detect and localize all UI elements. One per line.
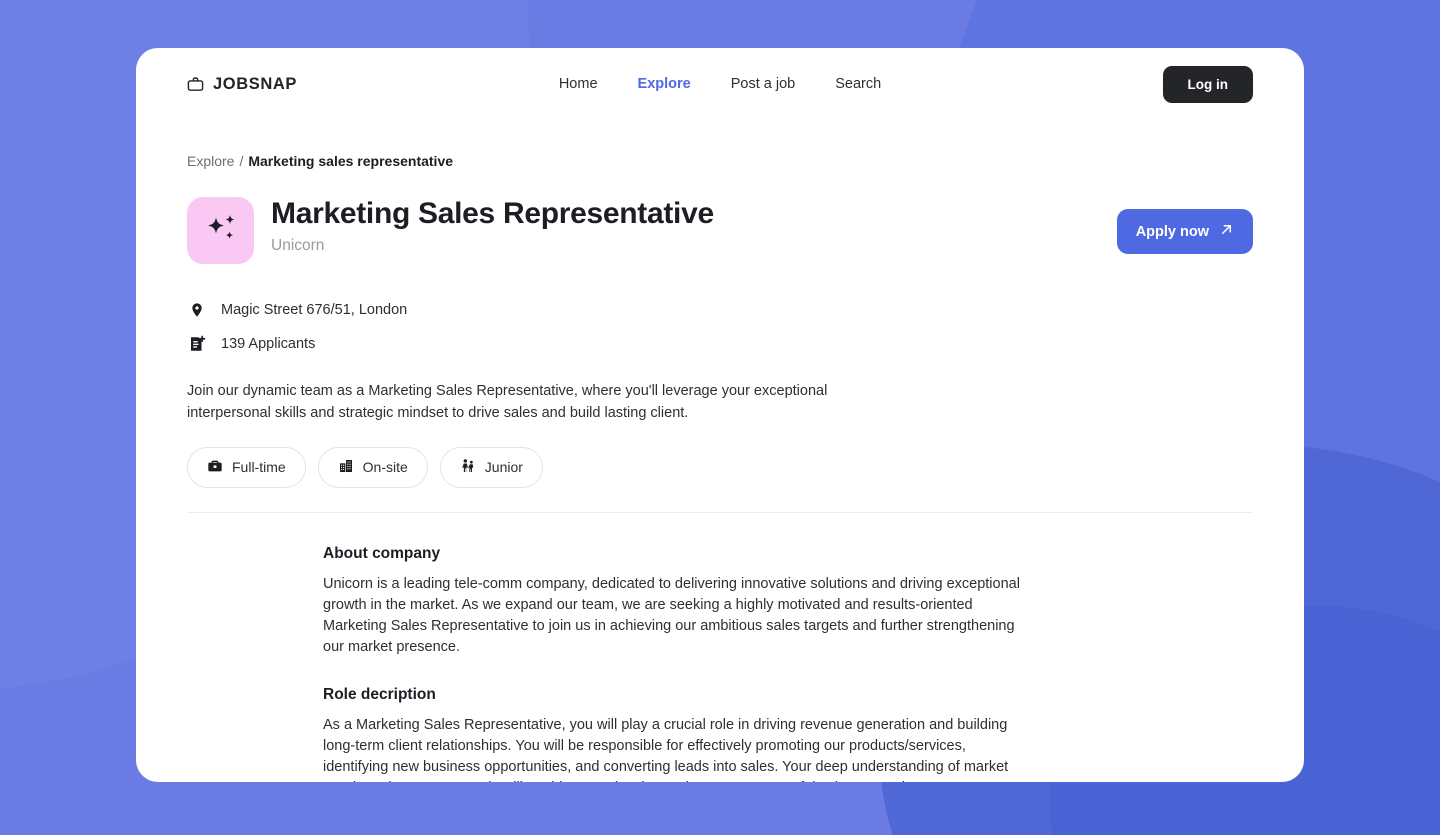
nav-item-post-a-job[interactable]: Post a job <box>731 76 796 92</box>
nav-item-explore[interactable]: Explore <box>638 76 691 92</box>
building-icon <box>338 458 354 477</box>
main-nav: Home Explore Post a job Search <box>559 76 881 92</box>
section-title: Role decription <box>323 685 436 703</box>
login-button[interactable]: Log in <box>1162 65 1253 103</box>
page-title: Marketing Sales Representative <box>271 197 714 230</box>
section-body: As a Marketing Sales Representative, you… <box>323 716 1009 782</box>
apply-now-label: Apply now <box>1135 223 1209 240</box>
job-tag-on-site[interactable]: On-site <box>317 446 428 488</box>
breadcrumb-parent[interactable]: Explore <box>187 153 234 169</box>
section-about-company: About company Unicorn is a leading tele-… <box>323 545 1173 659</box>
arrow-up-right-icon <box>1219 222 1234 241</box>
document-plus-icon <box>187 334 207 354</box>
job-tag-list: Full-time On-site Junior <box>187 446 1253 488</box>
section-role-description: Role decription As a Marketing Sales Rep… <box>323 686 1173 782</box>
job-title-block: Marketing Sales Representative Unicorn <box>271 195 714 255</box>
job-detail-sections: About company Unicorn is a leading tele-… <box>187 545 1253 782</box>
job-tag-junior[interactable]: Junior <box>439 446 543 488</box>
job-header: Marketing Sales Representative Unicorn A… <box>187 195 1253 264</box>
section-divider <box>187 511 1253 513</box>
job-tag-full-time[interactable]: Full-time <box>187 446 306 488</box>
brand-name: JOBSNAP <box>213 74 297 93</box>
people-icon <box>460 458 476 477</box>
briefcase-icon <box>187 76 204 93</box>
breadcrumb-current: Marketing sales representative <box>248 153 454 169</box>
job-location-row: Magic Street 676/51, London <box>187 300 1253 320</box>
site-header: JOBSNAP Home Explore Post a job Search L… <box>136 48 1304 120</box>
breadcrumb-separator: / <box>239 153 244 169</box>
apply-now-button[interactable]: Apply now <box>1116 209 1253 254</box>
job-avatar <box>187 197 254 264</box>
company-name: Unicorn <box>271 236 325 254</box>
breadcrumb: Explore / Marketing sales representative <box>187 153 1253 169</box>
job-tag-label: On-site <box>362 459 408 476</box>
section-body: Unicorn is a leading tele-comm company, … <box>323 575 1020 656</box>
job-tag-label: Junior <box>484 459 523 476</box>
page-content: Explore / Marketing sales representative… <box>136 153 1304 782</box>
job-summary: Join our dynamic team as a Marketing Sal… <box>187 383 828 422</box>
brand-logo[interactable]: JOBSNAP <box>187 75 297 94</box>
nav-item-search[interactable]: Search <box>835 76 881 92</box>
sparkles-icon <box>201 208 241 253</box>
job-detail-card: JOBSNAP Home Explore Post a job Search L… <box>136 48 1304 782</box>
nav-item-home[interactable]: Home <box>559 76 598 92</box>
job-tag-label: Full-time <box>232 459 286 476</box>
briefcase-icon <box>207 458 223 477</box>
section-title: About company <box>323 544 441 562</box>
job-meta-list: Magic Street 676/51, London 139 Applican… <box>187 300 1253 354</box>
job-applicants-row: 139 Applicants <box>187 334 1253 354</box>
job-location: Magic Street 676/51, London <box>221 302 408 318</box>
job-applicants: 139 Applicants <box>221 336 316 352</box>
map-pin-icon <box>187 300 207 320</box>
